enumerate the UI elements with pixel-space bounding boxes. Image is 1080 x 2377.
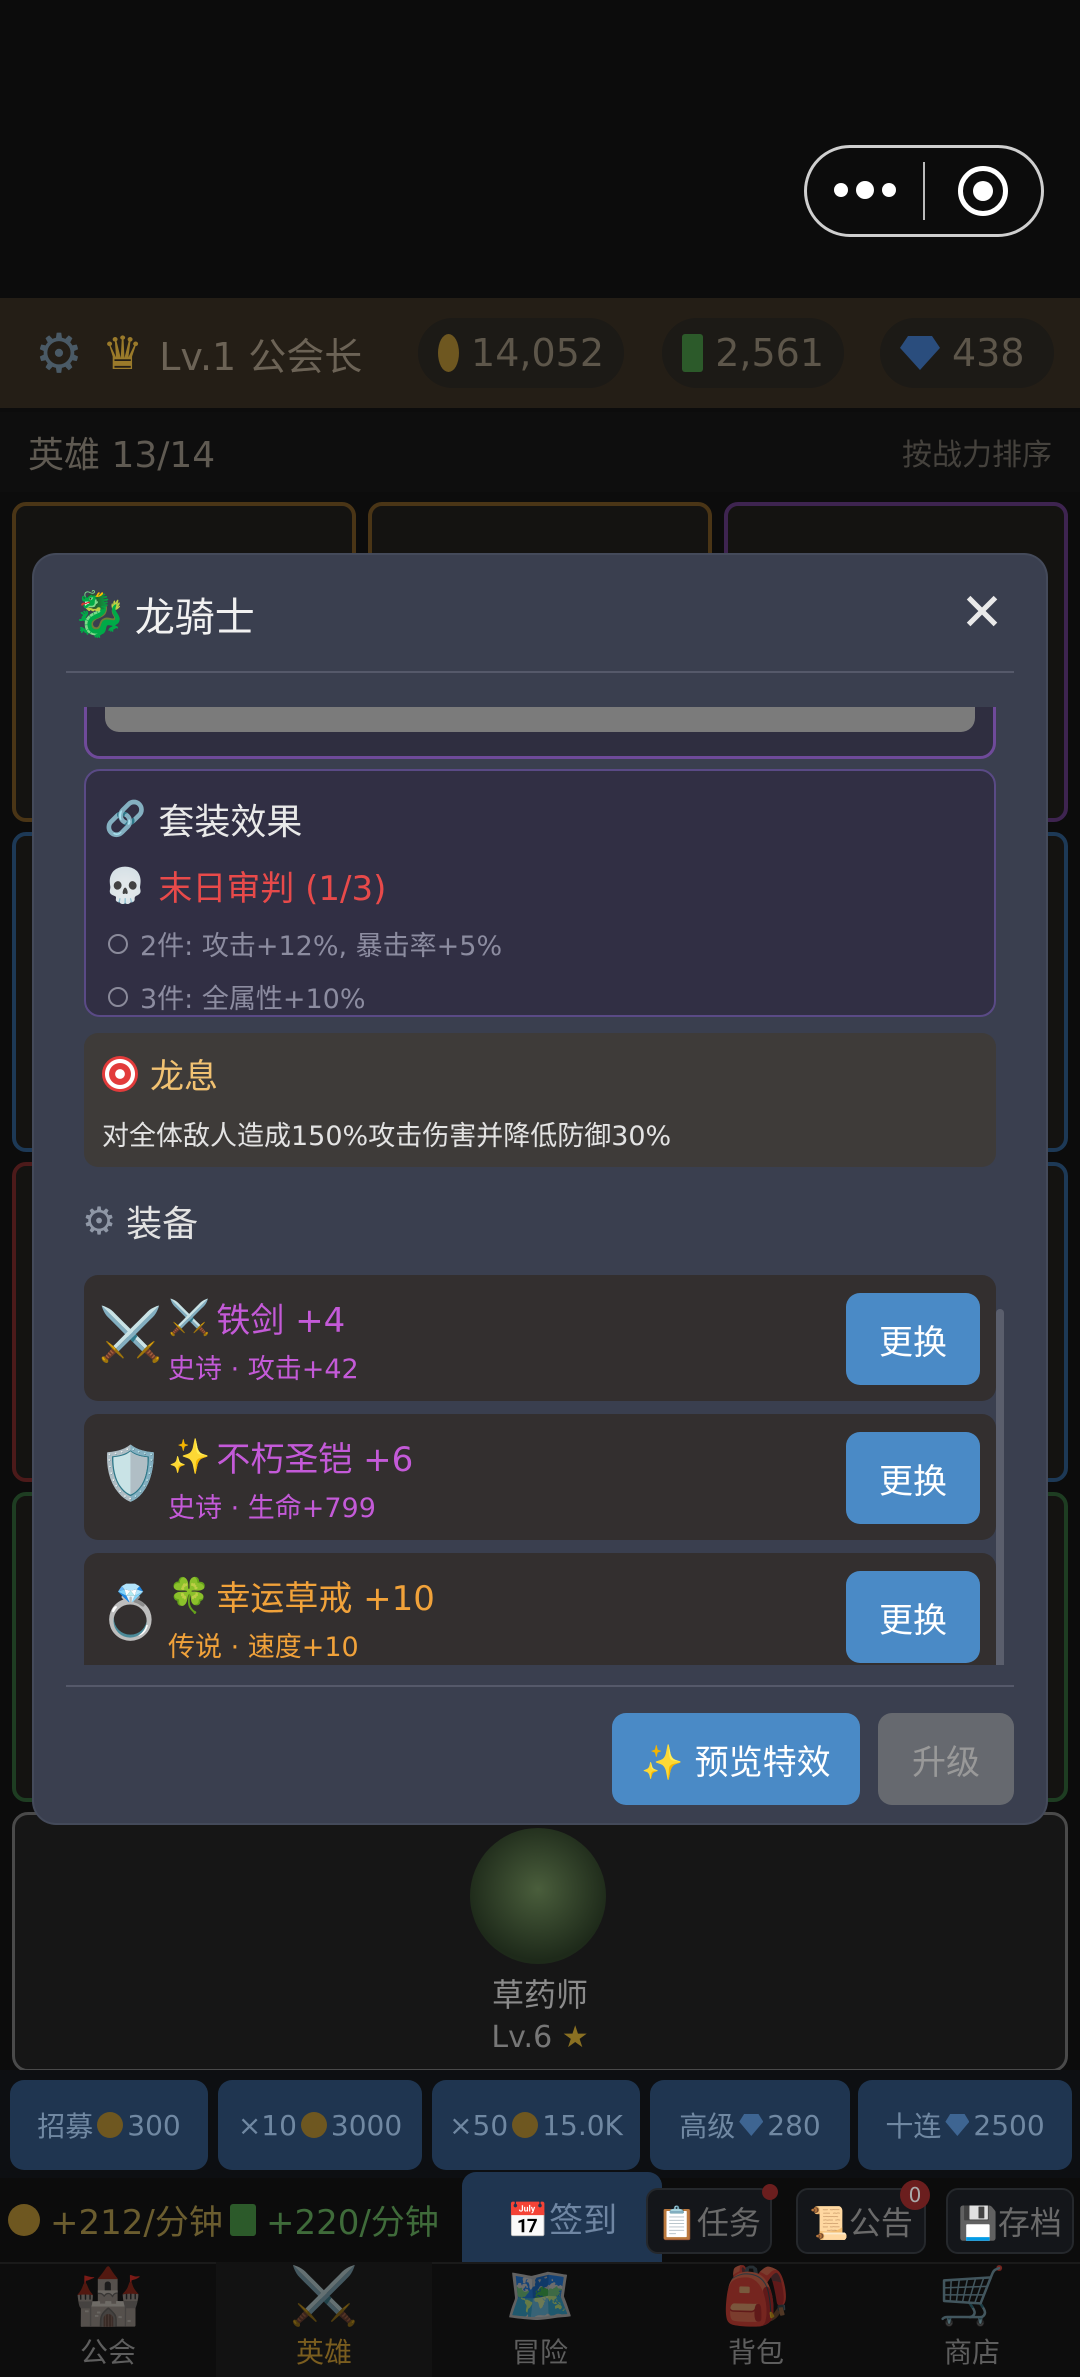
equipment-heading: 装备 xyxy=(126,1204,199,1245)
ring-icon: 💍 xyxy=(98,1583,163,1643)
set-name: 末日审判 (1/3) xyxy=(158,869,387,909)
modal-scroll-content[interactable]: 🔗 套装效果 💀 末日审判 (1/3) 2件: 攻击+12%, 暴击率+5% 3… xyxy=(34,707,1046,1665)
skill-title: 龙息 xyxy=(102,1049,978,1098)
equipment-rarity: 传说 xyxy=(168,1632,222,1663)
skill-name: 龙息 xyxy=(150,1057,218,1097)
set-bonus-heading: 套装效果 xyxy=(158,802,303,843)
inactive-circle-icon xyxy=(108,986,128,1007)
set-bonus-item: 2件: 攻击+12%, 暴击率+5% xyxy=(104,924,976,963)
upgrade-button[interactable]: 升级 xyxy=(878,1713,1014,1805)
skull-icon: 💀 xyxy=(104,865,147,906)
equipment-name-row: ✨ 不朽圣铠 +6 xyxy=(168,1432,413,1481)
equipment-stats: 史诗 · 攻击+42 xyxy=(168,1354,359,1385)
equipment-stat: 速度+10 xyxy=(247,1632,359,1663)
equipment-stats: 史诗 · 生命+799 xyxy=(168,1493,376,1524)
dragon-icon: 🐉 xyxy=(72,589,127,640)
progress-bar xyxy=(105,707,975,732)
set-bonus-item: 3件: 全属性+10% xyxy=(104,977,976,1016)
preview-effects-button[interactable]: ✨ 预览特效 xyxy=(612,1713,860,1805)
equipment-name: 幸运草戒 +10 xyxy=(216,1579,435,1619)
scrollbar[interactable] xyxy=(996,1309,1004,1665)
equipment-rarity: 史诗 xyxy=(168,1493,222,1524)
game-screen: ⚙ ♛ Lv.1 公会长 14,052 2,561 438 英雄 13/14 按… xyxy=(0,0,1080,2377)
equipment-slot-weapon: ⚔️ ⚔️ 铁剑 +4 史诗 · 攻击+42 更换 xyxy=(84,1275,996,1401)
swords-icon: ⚔️ xyxy=(168,1297,211,1338)
set-bonus-title: 🔗 套装效果 xyxy=(104,793,976,845)
skill-description: 对全体敌人造成150%攻击伤害并降低防御30% xyxy=(102,1121,672,1152)
inactive-circle-icon xyxy=(108,933,128,954)
skill-panel: 龙息 对全体敌人造成150%攻击伤害并降低防御30% xyxy=(84,1033,996,1167)
equipment-slot-ring: 💍 🍀 幸运草戒 +10 传说 · 速度+10 更换 xyxy=(84,1553,996,1665)
close-icon[interactable]: ✕ xyxy=(954,585,1010,641)
equipment-name: 不朽圣铠 +6 xyxy=(216,1440,414,1480)
equipment-stats: 传说 · 速度+10 xyxy=(168,1632,359,1663)
target-icon xyxy=(102,1055,138,1092)
link-icon: 🔗 xyxy=(104,799,147,839)
sparkles-icon: ✨ xyxy=(168,1436,211,1477)
equipment-stat: 攻击+42 xyxy=(247,1354,359,1385)
footer-divider xyxy=(66,1685,1014,1687)
gear-icon: ⚙ xyxy=(82,1199,117,1243)
modal-header: 🐉 龙骑士 ✕ xyxy=(34,555,1046,673)
equipment-name-row: ⚔️ 铁剑 +4 xyxy=(168,1293,345,1342)
clover-icon: 🍀 xyxy=(168,1575,211,1616)
set-bonus-text: 2件: 攻击+12%, 暴击率+5% xyxy=(140,931,503,962)
replace-button[interactable]: 更换 xyxy=(846,1571,980,1663)
set-bonus-text: 3件: 全属性+10% xyxy=(140,984,366,1015)
modal-title: 龙骑士 xyxy=(134,595,255,641)
equipment-name-row: 🍀 幸运草戒 +10 xyxy=(168,1571,435,1620)
shield-icon: 🛡️ xyxy=(98,1444,163,1504)
equipment-rarity: 史诗 xyxy=(168,1354,222,1385)
equipment-section-title: ⚙ 装备 xyxy=(82,1195,198,1247)
header-divider xyxy=(66,671,1014,673)
crossed-swords-icon: ⚔️ xyxy=(98,1305,163,1365)
equipment-slot-armor: 🛡️ ✨ 不朽圣铠 +6 史诗 · 生命+799 更换 xyxy=(84,1414,996,1540)
equipment-stat: 生命+799 xyxy=(247,1493,376,1524)
equipment-name: 铁剑 +4 xyxy=(216,1301,346,1341)
replace-button[interactable]: 更换 xyxy=(846,1432,980,1524)
set-bonus-panel: 🔗 套装效果 💀 末日审判 (1/3) 2件: 攻击+12%, 暴击率+5% 3… xyxy=(84,769,996,1017)
set-name-row: 💀 末日审判 (1/3) xyxy=(104,861,976,910)
attribute-panel-partial xyxy=(84,707,996,759)
hero-detail-modal: 🐉 龙骑士 ✕ 🔗 套装效果 💀 末日审判 (1/3) 2件: 攻击+12%, … xyxy=(34,555,1046,1823)
replace-button[interactable]: 更换 xyxy=(846,1293,980,1385)
